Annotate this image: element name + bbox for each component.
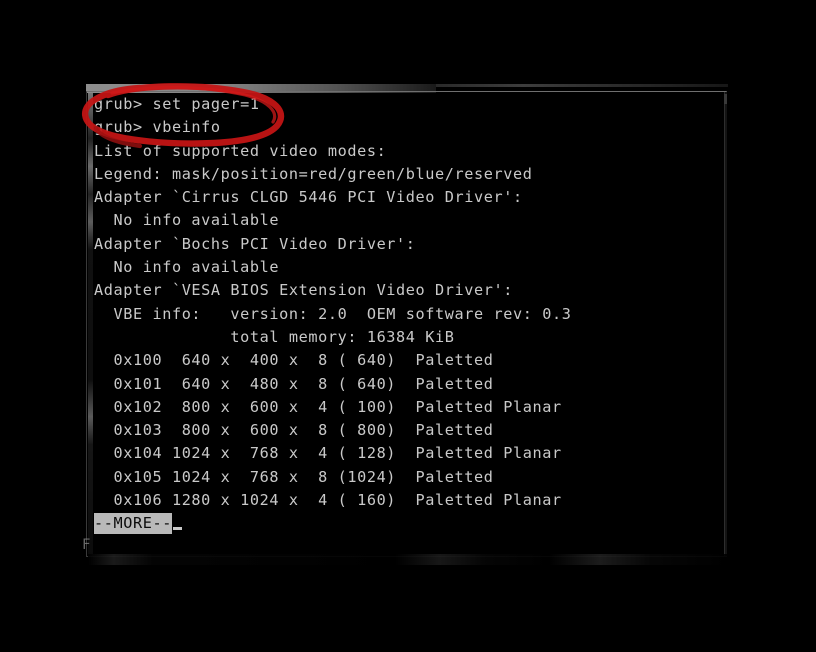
console-line-mode-0x106: 0x106 1280 x 1024 x 4 ( 160) Paletted Pl… xyxy=(94,491,562,510)
pager-more-line[interactable]: --MORE-- xyxy=(94,512,722,535)
pager-more-label[interactable]: --MORE-- xyxy=(94,513,172,535)
console-line-adapter-cirrus: Adapter `Cirrus CLGD 5446 PCI Video Driv… xyxy=(94,188,523,207)
vm-terminal-window: grub> set pager=1 grub> vbeinfo List of … xyxy=(86,84,728,565)
desktop-background: grub> set pager=1 grub> vbeinfo List of … xyxy=(0,0,816,652)
console-line-list-title: List of supported video modes: xyxy=(94,141,387,160)
console-line-mode-0x105: 0x105 1024 x 768 x 8 (1024) Paletted xyxy=(94,467,494,486)
console-line-mode-0x103: 0x103 800 x 600 x 8 ( 800) Paletted xyxy=(94,421,494,440)
console-line-mode-0x104: 0x104 1024 x 768 x 4 ( 128) Paletted Pla… xyxy=(94,444,562,463)
window-left-frame-edge xyxy=(88,92,93,556)
console-line-command-vbeinfo: grub> vbeinfo xyxy=(94,118,221,137)
console-line-adapter-vesa: Adapter `VESA BIOS Extension Video Drive… xyxy=(94,281,513,300)
text-cursor xyxy=(172,527,182,531)
console-line-vbe-version: VBE info: version: 2.0 OEM software rev:… xyxy=(94,304,572,323)
window-scrollbar[interactable] xyxy=(724,92,727,556)
console-line-adapter-bochs: Adapter `Bochs PCI Video Driver': xyxy=(94,234,416,253)
console-line-adapter-bochs-info: No info available xyxy=(94,258,280,277)
console-line-command-set-pager: grub> set pager=1 xyxy=(94,95,260,113)
grub-console-output[interactable]: grub> set pager=1 grub> vbeinfo List of … xyxy=(94,93,722,553)
console-line-vbe-total-memory: total memory: 16384 KiB xyxy=(94,327,455,346)
console-line-mode-0x101: 0x101 640 x 480 x 8 ( 640) Paletted xyxy=(94,374,494,393)
console-line-mode-0x100: 0x100 640 x 400 x 8 ( 640) Paletted xyxy=(94,351,494,370)
frame-left-artifact: F xyxy=(82,537,91,553)
console-line-legend: Legend: mask/position=red/green/blue/res… xyxy=(94,164,533,183)
window-titlebar xyxy=(86,84,436,93)
console-line-mode-0x102: 0x102 800 x 600 x 4 ( 100) Paletted Plan… xyxy=(94,397,562,416)
window-scrollbar-thumb[interactable] xyxy=(724,94,727,104)
console-line-adapter-cirrus-info: No info available xyxy=(94,211,280,230)
window-bottom-shadow xyxy=(88,554,728,565)
window-titlebar-right-edge xyxy=(436,84,728,87)
